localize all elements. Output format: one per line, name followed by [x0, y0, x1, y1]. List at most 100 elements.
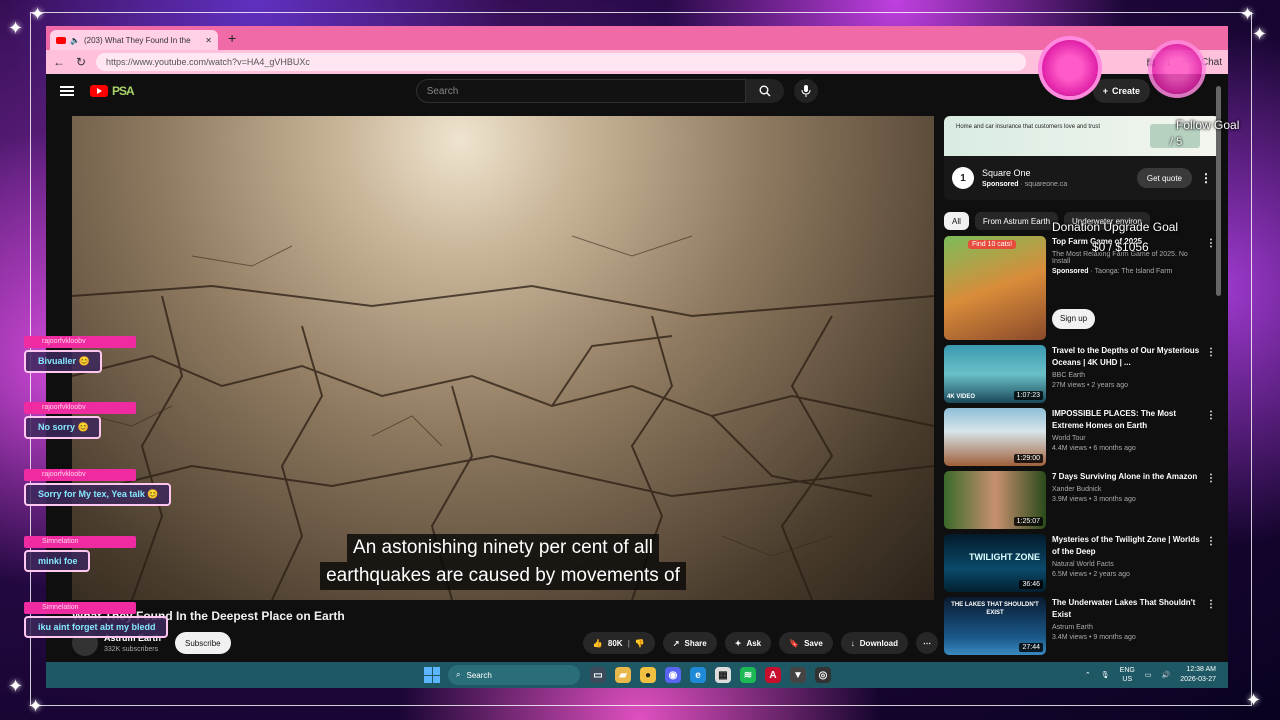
more-actions-button[interactable]: ⋯: [916, 632, 938, 654]
thumbnail-label: 4K VIDEO: [947, 394, 976, 400]
bookmark-icon: 🔖: [789, 638, 800, 648]
recommendation-menu-icon[interactable]: ⋮: [1206, 599, 1216, 610]
flower-decoration: [1152, 44, 1202, 94]
recommendation-menu-icon[interactable]: ⋮: [1206, 536, 1216, 547]
recommendation-item[interactable]: 1:25:07 7 Days Surviving Alone in the Am…: [944, 471, 1220, 529]
recommendation-thumbnail[interactable]: TWILIGHT ZONE 36:46: [944, 534, 1046, 592]
volume-icon[interactable]: 🔊: [1161, 671, 1170, 679]
create-button[interactable]: + Create: [1092, 79, 1150, 103]
clock[interactable]: 12:38 AM 2026-03-27: [1180, 665, 1216, 685]
search-input[interactable]: Search: [415, 79, 746, 103]
search-placeholder: Search: [426, 85, 459, 97]
thumbs-up-icon: 👍: [592, 638, 603, 648]
sponsored-recommendation[interactable]: Find 10 cats! Top Farm Game of 2025 The …: [944, 236, 1220, 340]
recommendation-thumbnail[interactable]: 1:25:07: [944, 471, 1046, 529]
tab-youtube[interactable]: 🔈 (203) What They Found In the ✕: [50, 30, 218, 50]
store-icon[interactable]: ▦: [715, 667, 731, 683]
chevron-up-icon[interactable]: ⌃: [1085, 671, 1091, 679]
advertiser-name[interactable]: Square One: [982, 168, 1067, 178]
acrobat-icon[interactable]: A: [765, 667, 781, 683]
discord-icon[interactable]: ◉: [665, 667, 681, 683]
file-explorer-icon[interactable]: ▰: [615, 667, 631, 683]
video-duration: 36:46: [1019, 580, 1043, 589]
recommendation-title[interactable]: Mysteries of the Twilight Zone | Worlds …: [1052, 534, 1202, 558]
youtube-doodle[interactable]: PSA: [112, 84, 135, 98]
recommendation-advertiser: Taonga: The Island Farm: [1094, 268, 1173, 275]
video-player[interactable]: An astonishing ninety per cent of all ea…: [72, 116, 934, 600]
recommendation-item[interactable]: TWILIGHT ZONE 36:46 Mysteries of the Twi…: [944, 534, 1220, 592]
chat-username: rajoorfvkloobv: [24, 336, 136, 348]
ad-menu-icon[interactable]: ⋮: [1200, 171, 1212, 185]
download-button[interactable]: ↓ Download: [840, 632, 908, 654]
sponsored-label: Sponsored: [982, 181, 1019, 188]
app-icon[interactable]: ▼: [790, 667, 806, 683]
download-icon: ↓: [850, 638, 855, 648]
recommendation-menu-icon[interactable]: ⋮: [1206, 238, 1216, 249]
taskbar-search[interactable]: ⌕ Search: [448, 665, 580, 685]
new-tab-button[interactable]: +: [228, 30, 236, 46]
address-bar[interactable]: https://www.youtube.com/watch?v=HA4_gVHB…: [96, 53, 1026, 71]
menu-icon[interactable]: [60, 86, 74, 96]
recommendation-menu-icon[interactable]: ⋮: [1206, 473, 1216, 484]
recommendation-channel[interactable]: World Tour: [1052, 435, 1202, 442]
recommendation-title[interactable]: The Underwater Lakes That Shouldn't Exis…: [1052, 597, 1202, 621]
obs-icon[interactable]: ◎: [815, 667, 831, 683]
edge-icon[interactable]: e: [690, 667, 706, 683]
start-button[interactable]: [424, 667, 440, 683]
save-label: Save: [804, 638, 823, 648]
recommendation-channel[interactable]: Astrum Earth: [1052, 624, 1202, 631]
save-button[interactable]: 🔖 Save: [779, 632, 833, 654]
chat-message: rajoorfvkloobv No sorry 😊: [24, 402, 136, 439]
chat-text: No sorry 😊: [24, 416, 101, 439]
thumbs-down-icon[interactable]: 👎: [635, 639, 645, 648]
recommendation-thumbnail[interactable]: THE LAKES THAT SHOULDN'T EXIST 27:44: [944, 597, 1046, 655]
video-duration: 1:29:00: [1013, 454, 1043, 463]
close-tab-icon[interactable]: ✕: [205, 36, 212, 45]
app-icon[interactable]: ●: [640, 667, 656, 683]
spotify-icon[interactable]: ≋: [740, 667, 756, 683]
voice-search-button[interactable]: [793, 79, 818, 103]
recommendation-item[interactable]: 1:29:00 IMPOSSIBLE PLACES: The Most Extr…: [944, 408, 1220, 466]
share-button[interactable]: ↗ Share: [662, 632, 717, 654]
chat-button[interactable]: Chat: [1201, 57, 1222, 68]
recommendation-title[interactable]: IMPOSSIBLE PLACES: The Most Extreme Home…: [1052, 408, 1202, 432]
advertiser-logo-icon[interactable]: 1: [952, 167, 974, 189]
recommendation-channel[interactable]: Natural World Facts: [1052, 561, 1202, 568]
recommendation-thumbnail[interactable]: 4K VIDEO 1:07:23: [944, 345, 1046, 403]
chat-message: rajoorfvkloobv Sorry for My tex, Yea tal…: [24, 469, 171, 506]
sparkle-icon: ✦: [1246, 690, 1262, 710]
language-code: ENG: [1119, 667, 1135, 674]
browser-window: 🔈 (203) What They Found In the ✕ + ← ↻ h…: [46, 26, 1228, 662]
thumbnail-label: THE LAKES THAT SHOULDN'T EXIST: [951, 602, 1039, 616]
get-quote-button[interactable]: Get quote: [1136, 168, 1192, 188]
taskbar-search-label: Search: [466, 670, 492, 680]
network-icon[interactable]: ▭: [1145, 671, 1152, 679]
ask-button[interactable]: ✦ Ask: [724, 632, 772, 654]
recommendation-title[interactable]: Travel to the Depths of Our Mysterious O…: [1052, 345, 1202, 369]
microphone-icon[interactable]: 🎙: [1101, 671, 1110, 679]
recommendation-meta: 4.4M views • 6 months ago: [1052, 445, 1136, 452]
mute-icon[interactable]: 🔈: [70, 36, 80, 45]
recommendation-title[interactable]: 7 Days Surviving Alone in the Amazon: [1052, 471, 1202, 483]
chip-from-channel[interactable]: From Astrum Earth: [974, 212, 1059, 230]
reload-button[interactable]: ↻: [74, 55, 88, 69]
search-button[interactable]: [745, 79, 784, 103]
recommendation-item[interactable]: THE LAKES THAT SHOULDN'T EXIST 27:44 The…: [944, 597, 1220, 655]
subscribe-button[interactable]: Subscribe: [175, 632, 231, 654]
sign-up-button[interactable]: Sign up: [1052, 309, 1096, 329]
back-button[interactable]: ←: [52, 55, 66, 69]
language-indicator[interactable]: ENG US: [1120, 666, 1135, 684]
recommendation-channel[interactable]: BBC Earth: [1052, 372, 1202, 379]
youtube-logo[interactable]: [90, 85, 108, 97]
like-button[interactable]: 👍 80K | 👎: [582, 632, 655, 654]
recommendation-channel[interactable]: Xander Budnick: [1052, 486, 1202, 493]
recommendation-menu-icon[interactable]: ⋮: [1206, 410, 1216, 421]
recommendation-item[interactable]: 4K VIDEO 1:07:23 Travel to the Depths of…: [944, 345, 1220, 403]
task-view-icon[interactable]: ▭: [590, 667, 606, 683]
video-duration: 27:44: [1019, 643, 1043, 652]
chip-all[interactable]: All: [944, 212, 969, 230]
clock-date: 2026-03-27: [1180, 676, 1216, 683]
recommendation-thumbnail[interactable]: 1:29:00: [944, 408, 1046, 466]
recommendation-menu-icon[interactable]: ⋮: [1206, 347, 1216, 358]
recommendation-thumbnail[interactable]: Find 10 cats!: [944, 236, 1046, 340]
